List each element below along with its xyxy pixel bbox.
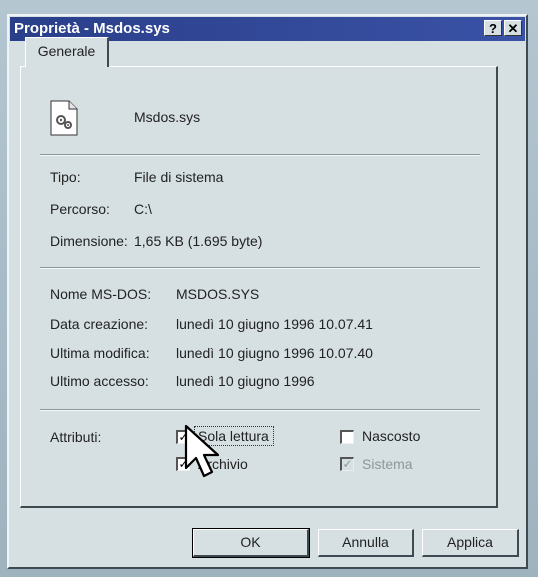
percorso-label: Percorso: [50, 201, 110, 217]
tipo-label: Tipo: [50, 169, 81, 185]
tab-generale[interactable]: Generale [25, 37, 109, 67]
modified-date-label: Ultima modifica: [50, 345, 150, 361]
msdos-name-label: Nome MS-DOS: [50, 286, 152, 302]
separator-2 [40, 267, 480, 269]
separator-3 [40, 409, 480, 411]
cancel-button[interactable]: Annulla [318, 529, 414, 557]
ok-button[interactable]: OK [192, 528, 310, 558]
close-button[interactable]: ✕ [504, 20, 522, 36]
percorso-value: C:\ [134, 201, 152, 217]
creation-date-value: lunedì 10 giugno 1996 10.07.41 [176, 316, 373, 332]
msdos-name-value: MSDOS.SYS [176, 286, 260, 302]
access-date-value: lunedì 10 giugno 1996 [176, 373, 315, 389]
creation-date-label: Data creazione: [50, 316, 149, 332]
access-date-label: Ultimo accesso: [50, 373, 149, 389]
file-name: Msdos.sys [134, 109, 201, 125]
hidden-checkbox[interactable] [340, 430, 354, 444]
attributes-label: Attributi: [50, 429, 102, 445]
tipo-value: File di sistema [134, 169, 224, 185]
title-bar-buttons: ? ✕ [484, 20, 522, 36]
system-checkbox: ✓ [340, 457, 354, 471]
hidden-label[interactable]: Nascosto [362, 428, 420, 444]
modified-date-value: lunedì 10 giugno 1996 10.07.40 [176, 345, 373, 361]
system-file-gear-icon [50, 100, 78, 136]
dimensione-value: 1,65 KB (1.695 byte) [134, 233, 263, 249]
window-title: Proprietà - Msdos.sys [14, 20, 170, 37]
mouse-pointer-icon [184, 424, 220, 478]
apply-button[interactable]: Applica [422, 529, 519, 557]
help-button[interactable]: ? [484, 20, 502, 36]
system-label: Sistema [362, 456, 413, 472]
separator-1 [40, 154, 480, 156]
dimensione-label: Dimensione: [50, 233, 128, 249]
